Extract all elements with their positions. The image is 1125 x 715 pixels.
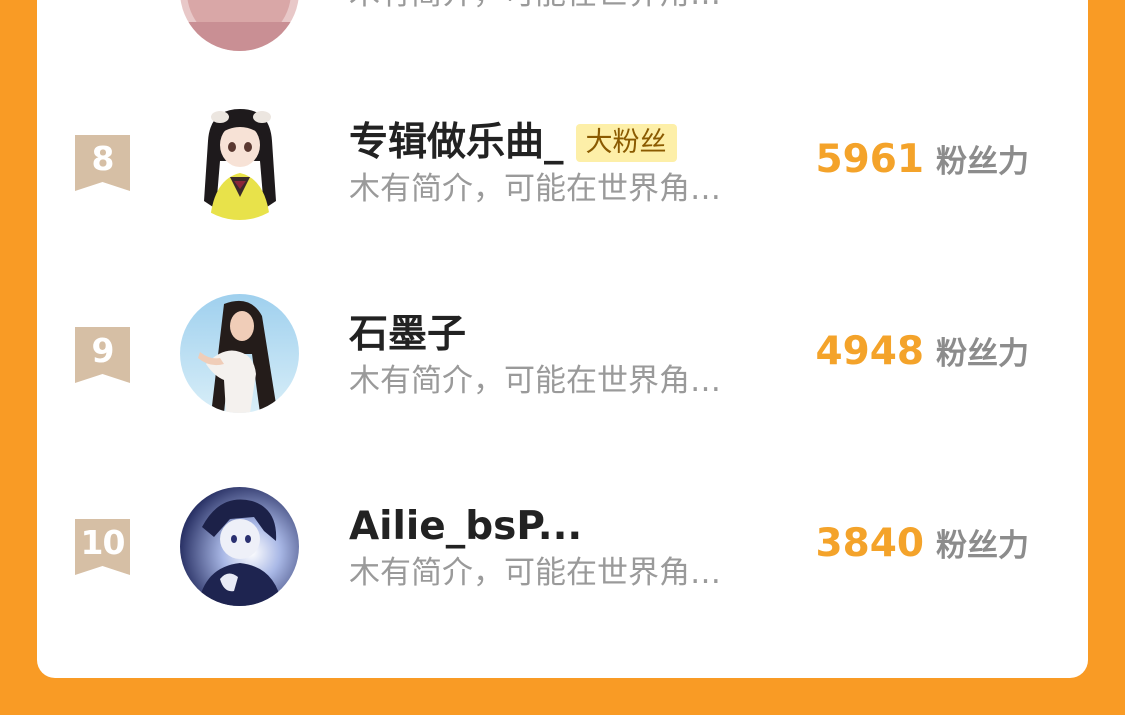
avatar-partial-icon	[180, 0, 299, 51]
fan-level-badge: 大粉丝	[575, 124, 677, 162]
rank-flag-icon: 8	[75, 135, 130, 191]
user-name[interactable]: 专辑做乐曲_	[349, 119, 564, 167]
ranking-row-partial[interactable]: 木有简介，可能在世界角…	[37, 0, 1088, 72]
user-name[interactable]: 石墨子	[349, 311, 466, 359]
rank-number: 10	[80, 523, 126, 562]
ranking-row[interactable]: 10 Ailie_bsP... 木有简介，可能在世界角… 3840 粉丝力	[37, 487, 1088, 648]
ranking-row[interactable]: 8 专辑做乐曲_ 大粉丝 木有简介，可能在世界角… 5961 粉丝力	[37, 101, 1088, 264]
fan-power-value: 3840	[815, 521, 924, 566]
user-bio: 木有简介，可能在世界角…	[349, 363, 721, 399]
user-bio: 木有简介，可能在世界角…	[349, 171, 721, 207]
rank-flag-icon: 9	[75, 327, 130, 383]
avatar[interactable]	[180, 101, 299, 220]
user-name-line: Ailie_bsP...	[349, 503, 582, 551]
ranking-row[interactable]: 9 石墨子 木有简介，可能在世界角… 4948 粉丝力	[37, 294, 1088, 456]
avatar[interactable]	[180, 487, 299, 606]
anime-boy-avatar-icon	[180, 487, 299, 606]
fan-ranking-card: 木有简介，可能在世界角… 8	[37, 0, 1088, 678]
avatar[interactable]	[180, 0, 299, 51]
rank-number: 8	[91, 139, 115, 178]
user-name-line: 专辑做乐曲_ 大粉丝	[349, 119, 677, 167]
fan-power-unit: 粉丝力	[936, 144, 1029, 180]
fan-power-unit: 粉丝力	[936, 336, 1029, 372]
user-name-line: 石墨子	[349, 311, 466, 359]
anime-girl-avatar-icon	[180, 101, 299, 220]
user-bio: 木有简介，可能在世界角…	[349, 555, 721, 591]
avatar[interactable]	[180, 294, 299, 413]
fan-power-value: 4948	[815, 329, 924, 374]
rank-flag-icon: 10	[75, 519, 130, 575]
rank-number: 9	[91, 331, 115, 370]
user-name[interactable]: Ailie_bsP...	[349, 503, 582, 551]
fan-power-value: 5961	[815, 137, 924, 182]
user-bio: 木有简介，可能在世界角…	[349, 0, 721, 14]
photo-girl-avatar-icon	[180, 294, 299, 413]
fan-power-stat: 3840 粉丝力	[815, 520, 1029, 566]
fan-power-unit: 粉丝力	[936, 528, 1029, 564]
fan-power-stat: 4948 粉丝力	[815, 328, 1029, 374]
fan-power-stat: 5961 粉丝力	[815, 136, 1029, 182]
